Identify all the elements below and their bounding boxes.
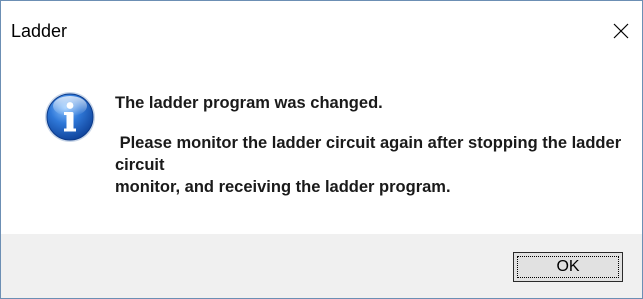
close-icon [613,23,629,39]
button-bar: OK [1,234,642,298]
close-button[interactable] [600,13,642,49]
message-line-1: The ladder program was changed. [115,94,383,112]
ok-button-label: OK [556,258,580,275]
ok-button[interactable]: OK [513,252,623,282]
dialog-content: The ladder program was changed. Please m… [1,61,642,231]
title-bar[interactable]: Ladder [1,1,642,61]
message-dialog: Ladder The ladder program was changed. P… [0,0,643,299]
window-title: Ladder [11,21,68,41]
message-line-3: monitor, and receiving the ladder progra… [115,178,451,196]
info-icon [45,92,95,142]
message-line-2: Please monitor the ladder circuit again … [115,134,626,174]
message-text: The ladder program was changed. Please m… [115,92,625,198]
